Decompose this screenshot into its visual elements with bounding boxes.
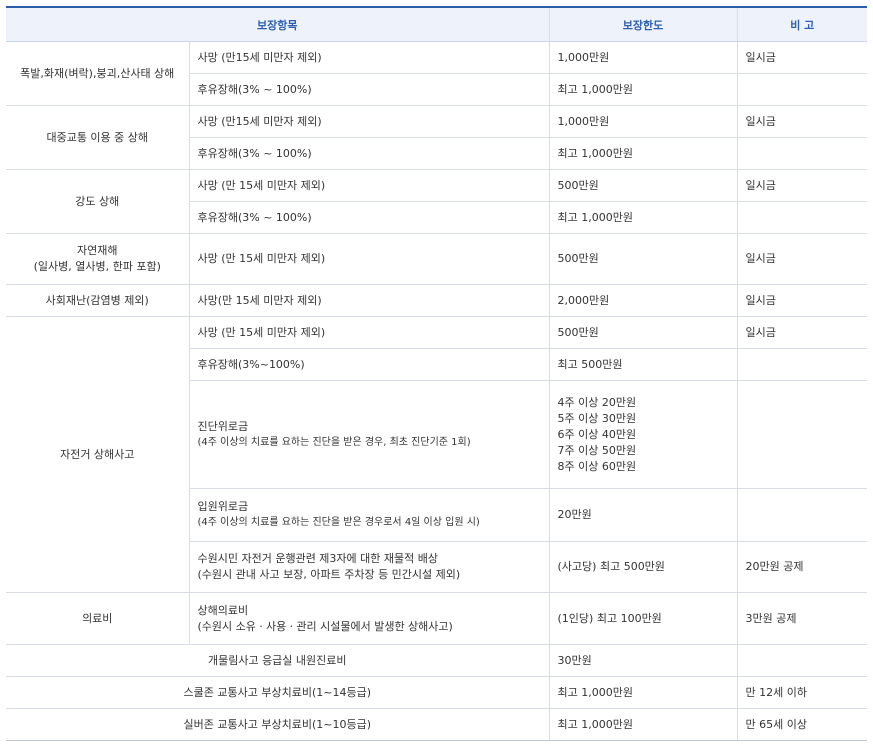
table-row: 자연재해 (일사병, 열사병, 한파 포함) 사망 (만 15세 미만자 제외)…	[6, 233, 868, 285]
limit-cell: 최고 1,000만원	[548, 708, 738, 741]
note-cell	[736, 488, 868, 542]
limit-cell: 20만원	[548, 488, 738, 542]
item-cell: 사망 (만 15세 미만자 제외)	[188, 233, 550, 285]
category-cell: 폭발,화재(벼락),붕괴,산사태 상해	[6, 41, 189, 106]
table-row: 폭발,화재(벼락),붕괴,산사태 상해 사망 (만15세 미만자 제외) 1,0…	[6, 41, 868, 106]
note-cell	[736, 137, 868, 170]
limit-cell: 500만원	[548, 233, 738, 285]
category-cell: 자전거 상해사고	[6, 316, 189, 593]
item-subtext: (4주 이상의 치료를 요하는 진단을 받은 경우로서 4일 이상 입원 시)	[197, 517, 480, 528]
limit-cell: 30만원	[548, 644, 738, 677]
limit-cell: 500만원	[548, 316, 738, 349]
category-line: (일사병, 열사병, 한파 포함)	[33, 260, 161, 273]
header-coverage-item: 보장항목	[6, 6, 550, 42]
table-row: 실버존 교통사고 부상치료비(1~10등급) 최고 1,000만원 만 65세 …	[6, 708, 868, 741]
note-cell	[736, 201, 868, 234]
limit-cell: 최고 1,000만원	[548, 137, 738, 170]
note-cell: 일시금	[736, 233, 868, 285]
table-header-row: 보장항목 보장한도 비 고	[6, 6, 868, 42]
limit-cell: (사고당) 최고 500만원	[548, 541, 738, 593]
note-cell	[736, 73, 868, 106]
category-cell: 의료비	[6, 592, 189, 645]
item-title: 수원시민 자전거 운행관련 제3자에 대한 재물적 배상	[197, 552, 439, 565]
table-row: 스쿨존 교통사고 부상치료비(1~14등급) 최고 1,000만원 만 12세 …	[6, 676, 868, 709]
item-cell: 후유장해(3% ~ 100%)	[188, 137, 550, 170]
note-cell	[736, 348, 868, 381]
note-cell: 만 12세 이하	[736, 676, 868, 709]
item-cell: 입원위로금 (4주 이상의 치료를 요하는 진단을 받은 경우로서 4일 이상 …	[188, 488, 550, 542]
note-cell	[736, 644, 868, 677]
category-cell: 개물림사고 응급실 내원진료비	[6, 644, 550, 677]
item-cell: 사망(만 15세 미만자 제외)	[188, 284, 550, 317]
coverage-table: 보장항목 보장한도 비 고 폭발,화재(벼락),붕괴,산사태 상해 사망 (만1…	[6, 6, 868, 741]
item-title: 상해의료비	[197, 603, 249, 617]
limit-cell: 4주 이상 20만원 5주 이상 30만원 6주 이상 40만원 7주 이상 5…	[548, 380, 738, 489]
note-cell: 일시금	[736, 284, 868, 317]
limit-cell: (1인당) 최고 100만원	[548, 592, 738, 645]
limit-cell: 1,000만원	[548, 41, 738, 74]
header-coverage-limit: 보장한도	[548, 6, 738, 42]
table-row: 자전거 상해사고 사망 (만 15세 미만자 제외) 500만원 일시금	[6, 316, 868, 593]
category-cell: 스쿨존 교통사고 부상치료비(1~14등급)	[6, 676, 550, 709]
note-cell: 일시금	[736, 316, 868, 349]
limit-cell: 최고 1,000만원	[548, 676, 738, 709]
category-cell: 대중교통 이용 중 상해	[6, 105, 189, 170]
item-title: 입원위로금	[197, 500, 249, 513]
table-row: 강도 상해 사망 (만 15세 미만자 제외) 500만원 일시금	[6, 169, 868, 234]
limit-cell: 1,000만원	[548, 105, 738, 138]
category-cell: 자연재해 (일사병, 열사병, 한파 포함)	[6, 233, 189, 285]
limit-line: 5주 이상 30만원	[557, 411, 637, 425]
item-cell: 수원시민 자전거 운행관련 제3자에 대한 재물적 배상 (수원시 관내 사고 …	[188, 541, 550, 593]
note-cell	[736, 380, 868, 489]
limit-cell: 500만원	[548, 169, 738, 202]
category-line: 자연재해	[77, 244, 118, 257]
limit-line: 8주 이상 60만원	[557, 459, 637, 473]
item-title: 진단위로금	[197, 419, 249, 433]
item-cell: 진단위로금 (4주 이상의 치료를 요하는 진단을 받은 경우, 최초 진단기준…	[188, 380, 550, 489]
item-subtext: (4주 이상의 치료를 요하는 진단을 받은 경우, 최초 진단기준 1회)	[197, 436, 471, 448]
item-cell: 후유장해(3% ~ 100%)	[188, 201, 550, 234]
item-cell: 사망 (만 15세 미만자 제외)	[188, 169, 550, 202]
item-cell: 후유장해(3% ~ 100%)	[188, 73, 550, 106]
item-cell: 사망 (만 15세 미만자 제외)	[188, 316, 550, 349]
category-cell: 실버존 교통사고 부상치료비(1~10등급)	[6, 708, 550, 741]
item-subtext: (수원시 소유ㆍ사용ㆍ관리 시설물에서 발생한 상해사고)	[197, 619, 453, 633]
note-cell: 만 65세 이상	[736, 708, 868, 741]
note-cell: 3만원 공제	[736, 592, 868, 645]
limit-cell: 최고 500만원	[548, 348, 738, 381]
note-cell: 20만원 공제	[736, 541, 868, 593]
table-row: 개물림사고 응급실 내원진료비 30만원	[6, 644, 868, 677]
item-cell: 상해의료비 (수원시 소유ㆍ사용ㆍ관리 시설물에서 발생한 상해사고)	[188, 592, 550, 645]
limit-line: 7주 이상 50만원	[557, 443, 637, 457]
category-cell: 강도 상해	[6, 169, 189, 234]
limit-cell: 2,000만원	[548, 284, 738, 317]
category-cell: 사회재난(감염병 제외)	[6, 284, 189, 317]
note-cell: 일시금	[736, 41, 868, 74]
table-row: 사회재난(감염병 제외) 사망(만 15세 미만자 제외) 2,000만원 일시…	[6, 284, 868, 317]
header-note: 비 고	[736, 6, 868, 42]
table-row: 대중교통 이용 중 상해 사망 (만15세 미만자 제외) 1,000만원 일시…	[6, 105, 868, 170]
table-row: 의료비 상해의료비 (수원시 소유ㆍ사용ㆍ관리 시설물에서 발생한 상해사고) …	[6, 592, 868, 645]
note-cell: 일시금	[736, 105, 868, 138]
item-cell: 사망 (만15세 미만자 제외)	[188, 105, 550, 138]
item-cell: 후유장해(3%~100%)	[188, 348, 550, 381]
item-cell: 사망 (만15세 미만자 제외)	[188, 41, 550, 74]
limit-line: 4주 이상 20만원	[557, 395, 637, 409]
limit-line: 6주 이상 40만원	[557, 427, 637, 441]
note-cell: 일시금	[736, 169, 868, 202]
item-subtext: (수원시 관내 사고 보장, 아파트 주차장 등 민간시설 제외)	[197, 568, 461, 581]
limit-cell: 최고 1,000만원	[548, 73, 738, 106]
limit-cell: 최고 1,000만원	[548, 201, 738, 234]
